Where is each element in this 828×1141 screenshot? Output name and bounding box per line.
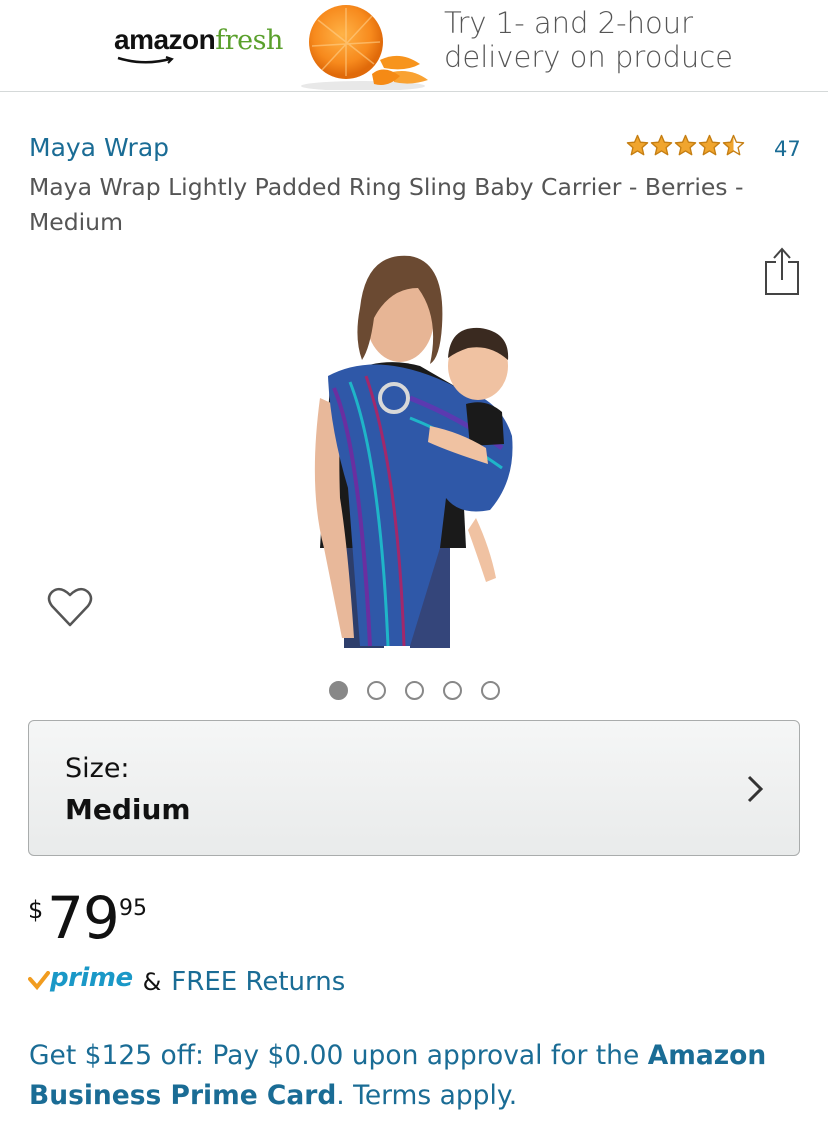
size-label: Size: [65, 753, 130, 784]
chevron-right-icon [747, 775, 764, 803]
carousel-dot[interactable] [481, 681, 500, 700]
orange-image [301, 5, 428, 90]
prime-check-icon [28, 971, 50, 991]
prime-logo: prime [50, 963, 133, 993]
brand-link[interactable]: Maya Wrap [29, 133, 169, 162]
product-image[interactable] [290, 248, 538, 650]
free-returns-link[interactable]: FREE Returns [171, 967, 345, 997]
amazonfresh-logo: amazonfresh [114, 24, 283, 56]
review-count-link[interactable]: 47 [774, 137, 801, 161]
amazonfresh-banner[interactable]: amazonfresh Try 1- and 2-hour delivery o… [0, 0, 828, 92]
star-icon [698, 134, 721, 156]
prime-card-promo-link[interactable]: Get $125 off: Pay $0.00 upon approval fo… [29, 1036, 809, 1116]
product-title: Maya Wrap Lightly Padded Ring Sling Baby… [29, 173, 744, 236]
star-rating[interactable] [626, 134, 745, 157]
price-currency: $ [28, 896, 44, 924]
heart-icon[interactable] [47, 585, 93, 629]
carousel-dot[interactable] [405, 681, 424, 700]
price-whole: 79 [47, 884, 120, 952]
prime-shipping-row: prime & FREE Returns [28, 958, 345, 998]
image-carousel-dots[interactable] [329, 681, 500, 700]
amazon-smile-icon [117, 56, 174, 64]
size-value: Medium [65, 793, 191, 826]
size-selector[interactable]: Size: Medium [28, 720, 800, 856]
carousel-dot[interactable] [443, 681, 462, 700]
share-icon[interactable] [764, 246, 800, 296]
star-icon [674, 134, 697, 156]
price-fraction: 95 [119, 896, 147, 921]
ampersand: & [142, 968, 162, 996]
banner-message: Try 1- and 2-hour delivery on produce [444, 6, 734, 74]
star-icon [626, 134, 649, 156]
carousel-dot[interactable] [367, 681, 386, 700]
carousel-dot[interactable] [329, 681, 348, 700]
star-icon [722, 134, 745, 156]
star-icon [650, 134, 673, 156]
